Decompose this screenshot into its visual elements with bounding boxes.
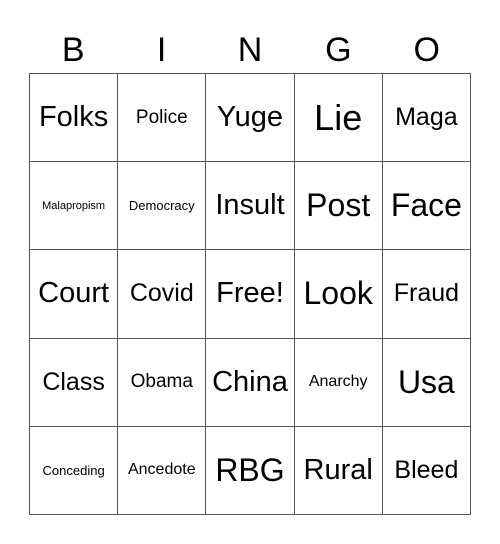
- bingo-cell[interactable]: RBG: [206, 426, 295, 515]
- bingo-cell[interactable]: Obama: [118, 338, 207, 427]
- bingo-cell[interactable]: Usa: [382, 338, 471, 427]
- bingo-cell[interactable]: Fraud: [382, 250, 471, 339]
- bingo-cell[interactable]: Police: [118, 74, 207, 163]
- bingo-cell[interactable]: Look: [294, 250, 383, 339]
- header-letter-n: N: [237, 31, 263, 69]
- bingo-cell[interactable]: Democracy: [118, 162, 207, 251]
- header-letter-b: B: [61, 31, 85, 69]
- header-letter-i: I: [156, 31, 167, 69]
- bingo-cell[interactable]: Court: [30, 250, 119, 339]
- bingo-cell[interactable]: Post: [294, 162, 383, 251]
- bingo-cell[interactable]: Lie: [294, 74, 383, 163]
- bingo-header: B I N G O: [29, 28, 471, 72]
- bingo-cell[interactable]: Face: [382, 162, 471, 251]
- bingo-cell[interactable]: Anarchy: [294, 338, 383, 427]
- bingo-cell[interactable]: Conceding: [30, 426, 119, 515]
- bingo-cell[interactable]: Insult: [206, 162, 295, 251]
- bingo-cell[interactable]: Ancedote: [118, 426, 207, 515]
- header-letter-o: O: [413, 31, 440, 69]
- bingo-cell[interactable]: Maga: [382, 74, 471, 163]
- bingo-cell[interactable]: Bleed: [382, 426, 471, 515]
- bingo-card: Folks Police Yuge Lie Maga Malapropism D…: [29, 73, 471, 515]
- header-letter-g: G: [325, 31, 352, 69]
- bingo-cell[interactable]: Yuge: [206, 74, 295, 163]
- bingo-cell[interactable]: China: [206, 338, 295, 427]
- bingo-cell[interactable]: Malapropism: [30, 162, 119, 251]
- bingo-cell[interactable]: Free!: [206, 250, 295, 339]
- bingo-cell[interactable]: Rural: [294, 426, 383, 515]
- bingo-cell[interactable]: Folks: [30, 74, 119, 163]
- bingo-cell[interactable]: Covid: [118, 250, 207, 339]
- bingo-cell[interactable]: Class: [30, 338, 119, 427]
